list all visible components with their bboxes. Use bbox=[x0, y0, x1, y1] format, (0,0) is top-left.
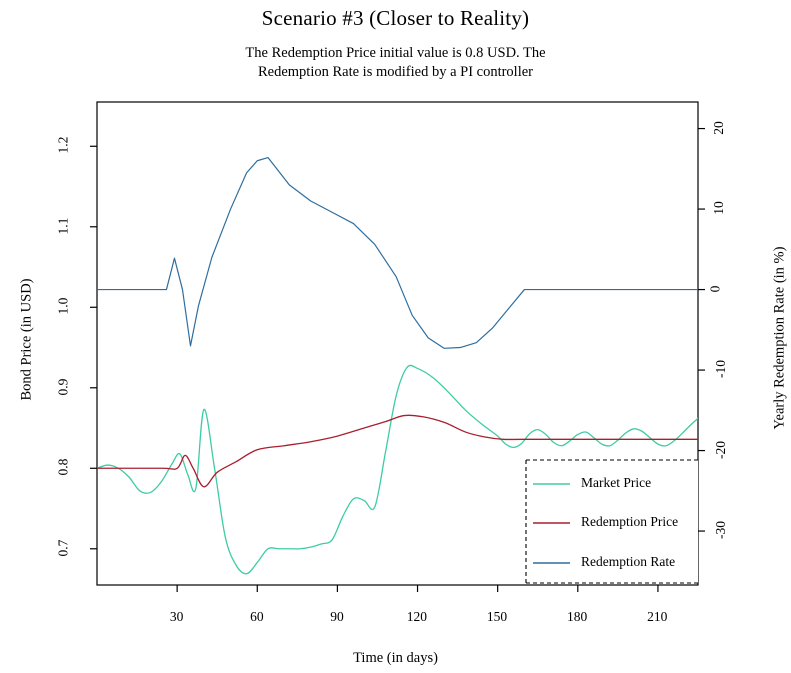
y-axis-label-left: Bond Price (in USD) bbox=[18, 278, 35, 401]
plot-area bbox=[90, 101, 705, 592]
y-tick-label-right: -20 bbox=[713, 440, 728, 459]
y-tick-label-right: 10 bbox=[710, 201, 726, 215]
y-tick-label-right: -30 bbox=[713, 521, 728, 540]
y-tick-label-left: 1.0 bbox=[55, 297, 71, 315]
x-tick-label: 150 bbox=[486, 609, 508, 624]
x-axis-label: Time (in days) bbox=[353, 650, 438, 666]
y-tick-label-left: 0.9 bbox=[55, 378, 71, 396]
y-tick-label-left: 1.2 bbox=[55, 136, 71, 154]
x-tick-label: 180 bbox=[567, 609, 588, 624]
chart-canvas: Scenario #3 (Closer to Reality) The Rede… bbox=[0, 0, 791, 673]
x-tick-label: 120 bbox=[406, 609, 427, 624]
y-axis-label-right: Yearly Redemption Rate (in %) bbox=[771, 246, 788, 430]
legend-label-redemption-price: Redemption Price bbox=[581, 514, 679, 529]
y-tick-label-left: 1.1 bbox=[55, 217, 71, 235]
y-tick-label-right: 20 bbox=[710, 120, 726, 135]
y-tick-label-right: -10 bbox=[713, 360, 728, 379]
x-tick-label: 60 bbox=[250, 609, 264, 624]
x-tick-label: 210 bbox=[647, 609, 668, 624]
legend-label-market-price: Market Price bbox=[581, 475, 652, 490]
x-tick-label: 30 bbox=[169, 609, 184, 624]
series-line-redemption-rate bbox=[97, 156, 698, 349]
y-tick-label-left: 0.7 bbox=[55, 539, 71, 557]
legend-label-redemption-rate: Redemption Rate bbox=[581, 554, 676, 569]
x-tick-label: 90 bbox=[330, 609, 344, 624]
y-tick-label-right: 0 bbox=[707, 285, 723, 292]
y-tick-label-left: 0.8 bbox=[55, 458, 71, 476]
